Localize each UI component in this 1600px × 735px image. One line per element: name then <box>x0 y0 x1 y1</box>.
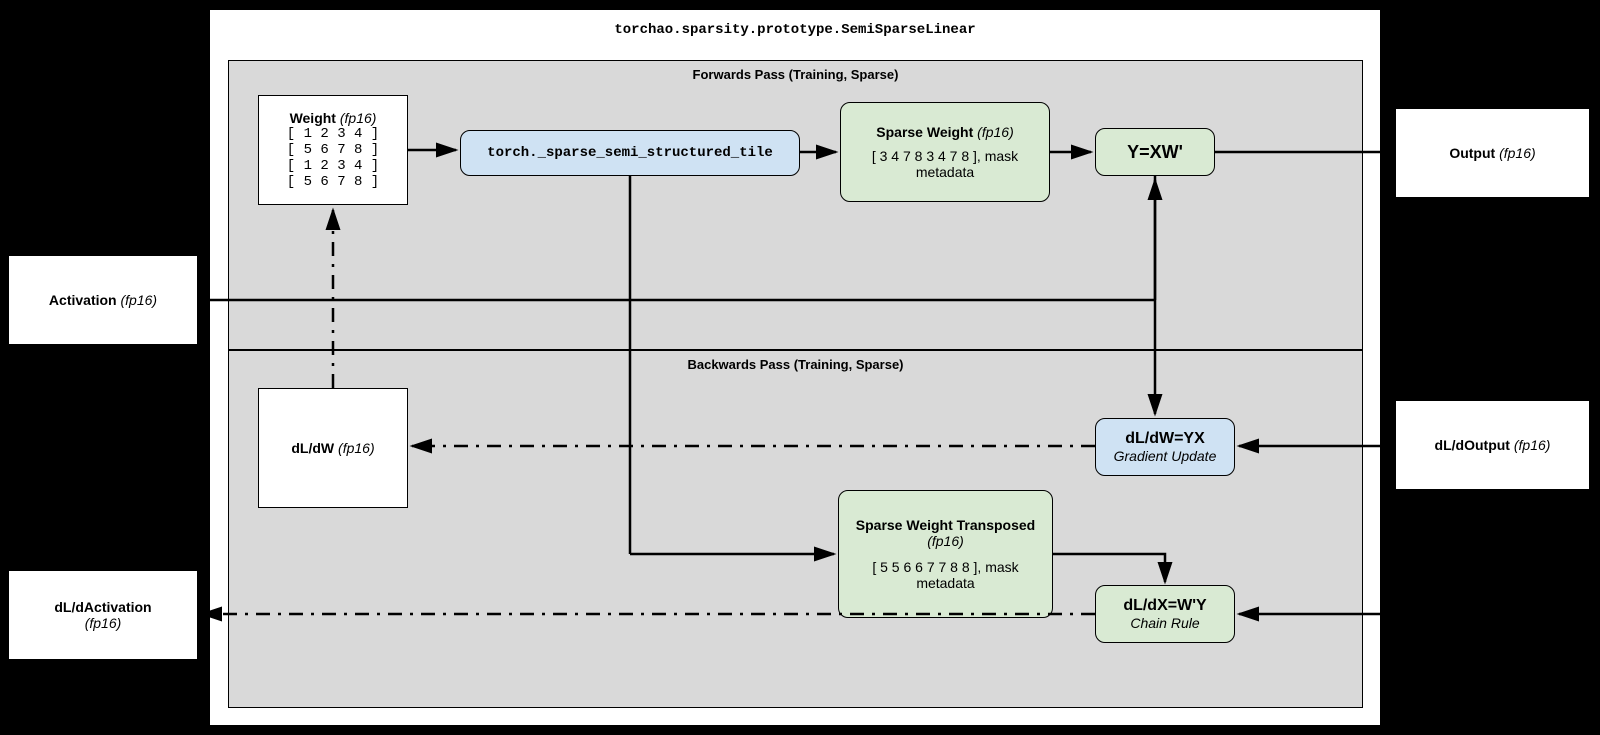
dl-doutput-label: dL/dOutput <box>1435 437 1510 453</box>
weight-row-4: [ 5 6 7 8 ] <box>287 174 379 190</box>
output-type: (fp16) <box>1499 145 1536 161</box>
op-dl-dx: dL/dX=W'Y Chain Rule <box>1095 585 1235 643</box>
dl-dw-box: dL/dW (fp16) <box>258 388 408 508</box>
sparse-weight-t-box: Sparse Weight Transposed (fp16) [ 5 5 6 … <box>838 490 1053 618</box>
dl-dactivation-type: (fp16) <box>85 615 122 631</box>
weight-title: Weight <box>290 110 336 126</box>
forward-pass-label: Forwards Pass (Training, Sparse) <box>229 61 1362 88</box>
output-label: Output <box>1449 145 1495 161</box>
op-dl-dx-sub: Chain Rule <box>1130 615 1199 631</box>
diagram-title: torchao.sparsity.prototype.SemiSparseLin… <box>210 10 1380 50</box>
activation-type: (fp16) <box>121 292 158 308</box>
backward-pass-label: Backwards Pass (Training, Sparse) <box>229 351 1362 378</box>
activation-box: Activation (fp16) <box>8 255 198 345</box>
sparse-weight-t-title: Sparse Weight Transposed <box>856 517 1035 533</box>
activation-label: Activation <box>49 292 117 308</box>
output-box: Output (fp16) <box>1395 108 1590 198</box>
weight-row-2: [ 5 6 7 8 ] <box>287 142 379 158</box>
dl-dw-title: dL/dW <box>291 440 334 456</box>
sparse-weight-box: Sparse Weight (fp16) [ 3 4 7 8 3 4 7 8 ]… <box>840 102 1050 202</box>
dl-dactivation-label: dL/dActivation <box>54 599 151 615</box>
weight-row-1: [ 1 2 3 4 ] <box>287 126 379 142</box>
sparse-weight-title: Sparse Weight <box>876 124 973 140</box>
dl-dactivation-box: dL/dActivation (fp16) <box>8 570 198 660</box>
weight-row-3: [ 1 2 3 4 ] <box>287 158 379 174</box>
dl-dw-type: (fp16) <box>338 440 375 456</box>
op-dl-dw-sub: Gradient Update <box>1114 448 1217 464</box>
sparse-weight-t-type: (fp16) <box>927 533 964 549</box>
op-dl-dw-formula: dL/dW=YX <box>1125 430 1205 448</box>
op-tile-label: torch._sparse_semi_structured_tile <box>487 145 773 161</box>
weight-type: (fp16) <box>340 110 377 126</box>
dl-doutput-type: (fp16) <box>1514 437 1551 453</box>
op-yxw-label: Y=XW' <box>1127 142 1183 163</box>
dl-doutput-box: dL/dOutput (fp16) <box>1395 400 1590 490</box>
op-yxw: Y=XW' <box>1095 128 1215 176</box>
sparse-weight-t-data: [ 5 5 6 6 7 7 8 8 ], mask metadata <box>847 559 1044 591</box>
op-dl-dx-formula: dL/dX=W'Y <box>1123 597 1206 615</box>
sparse-weight-type: (fp16) <box>977 124 1014 140</box>
sparse-weight-data: [ 3 4 7 8 3 4 7 8 ], mask metadata <box>849 148 1041 180</box>
op-dl-dw: dL/dW=YX Gradient Update <box>1095 418 1235 476</box>
op-tile: torch._sparse_semi_structured_tile <box>460 130 800 176</box>
weight-box: Weight (fp16) [ 1 2 3 4 ] [ 5 6 7 8 ] [ … <box>258 95 408 205</box>
